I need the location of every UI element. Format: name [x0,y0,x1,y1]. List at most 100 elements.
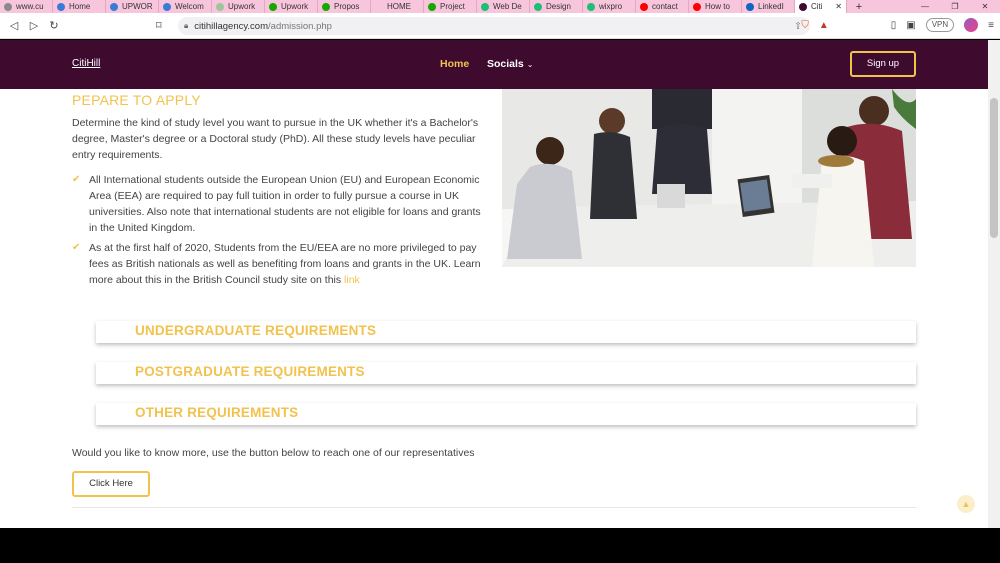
back-to-top-button[interactable]: ▲ [957,495,975,513]
tab-favicon-icon [163,2,171,11]
browser-tab[interactable]: UPWOR [106,0,159,13]
nav-socials[interactable]: Socials ⌄ [487,58,533,70]
tab-label: Welcom [175,2,204,11]
tab-label: Upwork [281,2,309,11]
browser-tab[interactable]: Citi ✕ [795,0,847,13]
address-bar: ◁ ▷ ↻ ⌑ 🔒︎ citihillagency.com /admission… [0,13,1000,39]
tab-favicon-icon [375,2,383,11]
menu-icon[interactable]: ≡ [988,20,994,31]
tab-favicon-icon [216,2,224,11]
scrollbar-thumb[interactable] [990,98,998,238]
nav-home[interactable]: Home [440,58,469,70]
intro-text: Determine the kind of study level you wa… [72,117,479,161]
contact-prompt: Would you like to know more, use the but… [72,447,475,459]
tab-label: LinkedI [758,2,784,11]
accordion-other[interactable]: OTHER REQUIREMENTS [96,403,916,425]
vpn-button[interactable]: VPN [925,18,955,32]
tab-label: www.cu [16,2,44,11]
tab-favicon-icon [746,2,754,11]
tab-label: How to [705,2,730,11]
site-logo[interactable]: CitiHill [72,58,100,69]
tab-favicon-icon [534,2,542,11]
tab-favicon-icon [693,2,701,11]
close-tab-icon[interactable]: ✕ [835,2,842,11]
brave-shield-icon[interactable]: ⛉ [801,20,809,31]
browser-tab[interactable]: Web De [477,0,530,13]
minimize-icon[interactable]: — [910,0,940,13]
forward-icon[interactable]: ▷ [24,19,44,32]
browser-tab[interactable]: HOME [371,0,424,13]
rewards-icon[interactable]: ▲ [819,20,829,31]
arrow-up-icon: ▲ [961,499,971,509]
tab-label: Design [546,2,571,11]
accordion-postgraduate[interactable]: POSTGRADUATE REQUIREMENTS [96,362,916,384]
wallet-icon[interactable]: ▣ [906,20,915,31]
meeting-photo [502,89,916,267]
toolbar-right: ⛉ ▲ ▯ ▣ VPN ≡ [801,18,994,32]
tab-label: Propos [334,2,360,11]
signup-button[interactable]: Sign up [850,51,916,77]
tab-label: wixpro [599,2,623,11]
click-here-button[interactable]: Click Here [72,471,150,497]
url-domain: citihillagency.com [194,20,269,32]
accordion-undergraduate[interactable]: UNDERGRADUATE REQUIREMENTS [96,321,916,343]
tab-favicon-icon [428,2,436,11]
avatar[interactable] [964,18,979,32]
browser-tab[interactable]: Home [53,0,106,13]
nav-socials-label: Socials [487,58,524,70]
tab-label: UPWOR [122,2,153,11]
check-icon: ✔ [72,174,81,185]
list-item: ✔ All International students outside the… [72,172,486,236]
bullet-text: All International students outside the E… [89,174,481,234]
browser-tab[interactable]: Upwork [212,0,265,13]
page-scrollbar[interactable] [988,40,1000,528]
accordion-title: UNDERGRADUATE REQUIREMENTS [135,323,377,338]
tab-favicon-icon [4,2,12,11]
tab-label: contact [652,2,678,11]
browser-tab[interactable]: www.cu [0,0,53,13]
tab-favicon-icon [587,2,595,11]
url-field[interactable]: 🔒︎ citihillagency.com /admission.php ⇪ [178,17,810,35]
browser-tab[interactable]: wixpro [583,0,636,13]
browser-tab[interactable]: LinkedI [742,0,795,13]
list-item: ✔ As at the first half of 2020, Students… [72,240,486,288]
tab-favicon-icon [640,2,648,11]
tab-favicon-icon [110,2,118,11]
browser-tab[interactable]: How to [689,0,742,13]
accordion-title: OTHER REQUIREMENTS [135,405,299,420]
section-title: PEPARE TO APPLY [72,92,201,108]
tab-favicon-icon [269,2,277,11]
tab-strip: www.cu Home UPWOR Welcom Upwork Upwork Propos H… [0,0,1000,13]
bullet-text: As at the first half of 2020, Students f… [89,242,481,286]
restore-icon[interactable]: ❐ [940,0,970,13]
tab-label: HOME [387,2,411,11]
tab-favicon-icon [481,2,489,11]
browser-tab[interactable]: contact [636,0,689,13]
tab-favicon-icon [322,2,330,11]
sidebar-icon[interactable]: ▯ [891,20,897,31]
check-icon: ✔ [72,242,81,253]
tab-label: Citi [811,2,823,11]
webpage: CitiHill Home Socials ⌄ Sign up PEPARE T… [0,40,988,528]
divider [72,507,916,508]
browser-tab[interactable]: Propos [318,0,371,13]
tab-favicon-icon [799,2,807,11]
reload-icon[interactable]: ↻ [44,19,64,32]
bookmark-icon[interactable]: ⌑ [156,19,162,32]
browser-tab[interactable]: Welcom [159,0,212,13]
url-path: /admission.php [268,20,332,32]
meeting-illustration [502,89,916,267]
new-tab-icon[interactable]: + [847,1,871,13]
site-navbar: CitiHill Home Socials ⌄ Sign up [0,40,988,89]
close-window-icon[interactable]: ✕ [970,0,1000,13]
screen-bottom-bar [0,528,1000,563]
tab-favicon-icon [57,2,65,11]
back-icon[interactable]: ◁ [4,19,24,32]
browser-tab[interactable]: Project [424,0,477,13]
window-controls: — ❐ ✕ [910,0,1000,13]
browser-tab[interactable]: Design [530,0,583,13]
browser-tab[interactable]: Upwork [265,0,318,13]
lock-icon: 🔒︎ [184,21,189,30]
british-council-link[interactable]: link [344,274,360,286]
chevron-down-icon: ⌄ [526,60,534,69]
